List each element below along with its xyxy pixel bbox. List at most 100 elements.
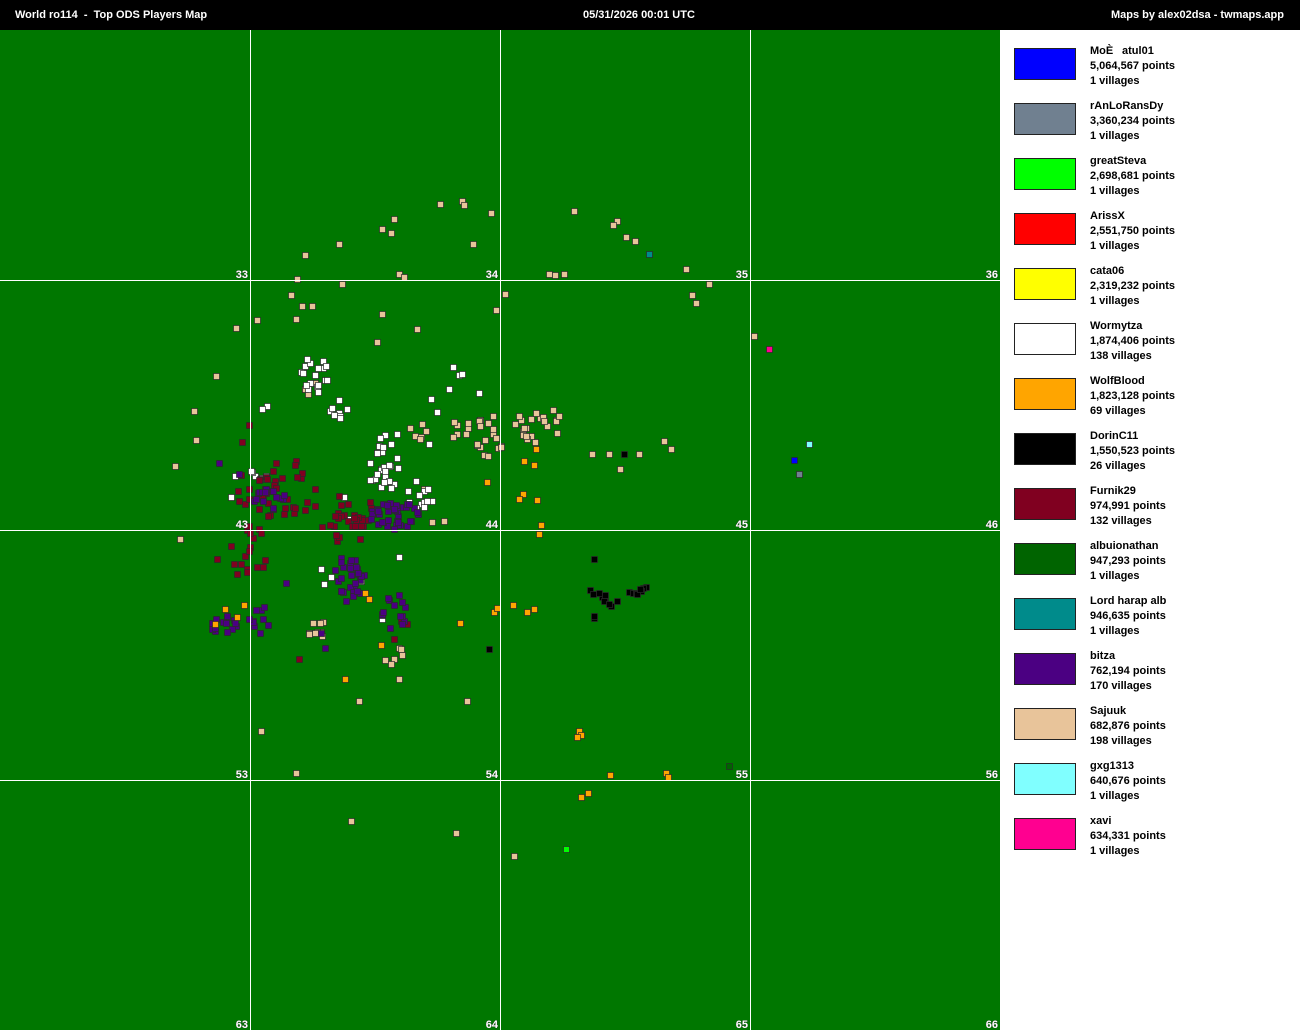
legend-item: bitza 762,194 points 170 villages (1014, 650, 1294, 700)
legend-swatch (1014, 653, 1076, 685)
legend-text: MoÈatul01 5,064,567 points 1 villages (1090, 44, 1175, 89)
village-marker (260, 564, 267, 571)
village-marker (450, 434, 457, 441)
village-marker (319, 524, 326, 531)
village-marker (617, 466, 624, 473)
village-marker (367, 499, 374, 506)
village-marker (300, 370, 307, 377)
village-marker (339, 281, 346, 288)
village-marker (451, 419, 458, 426)
village-marker (352, 580, 359, 587)
village-marker (533, 410, 540, 417)
village-marker (315, 382, 322, 389)
legend-swatch (1014, 543, 1076, 575)
village-marker (318, 630, 325, 637)
continent-label: 35 (736, 269, 748, 281)
village-marker (283, 580, 290, 587)
village-marker (399, 652, 406, 659)
village-marker (596, 590, 603, 597)
village-marker (244, 569, 251, 576)
village-marker (356, 698, 363, 705)
village-marker (213, 373, 220, 380)
legend-points: 947,293 points (1090, 555, 1166, 567)
village-marker (331, 412, 338, 419)
village-marker (317, 620, 324, 627)
legend-points: 640,676 points (1090, 775, 1166, 787)
village-marker (294, 474, 301, 481)
village-marker (324, 377, 331, 384)
village-marker (464, 698, 471, 705)
village-marker (661, 438, 668, 445)
continent-label: 44 (486, 519, 499, 531)
village-marker (246, 486, 253, 493)
world-map[interactable]: 33 34 35 36 43 44 45 46 53 54 55 56 63 64 65 66 (0, 30, 1000, 1030)
village-marker (490, 413, 497, 420)
continent-label: 66 (986, 1019, 998, 1030)
continent-label: 54 (486, 769, 499, 781)
legend-points: 2,319,232 points (1090, 280, 1175, 292)
village-marker (177, 536, 184, 543)
village-marker (378, 642, 385, 649)
village-marker (516, 413, 523, 420)
legend-name: MoÈatul01 (1090, 45, 1154, 57)
village-marker (321, 581, 328, 588)
village-marker (216, 460, 223, 467)
village-marker (312, 630, 319, 637)
village-marker (323, 363, 330, 370)
village-marker (523, 433, 530, 440)
village-marker (791, 457, 798, 464)
village-marker (485, 453, 492, 460)
legend-item: Sajuuk 682,876 points 198 villages (1014, 705, 1294, 755)
village-marker (265, 622, 272, 629)
village-marker (322, 645, 329, 652)
village-marker (591, 556, 598, 563)
village-marker (521, 458, 528, 465)
legend-swatch (1014, 818, 1076, 850)
legend-points: 2,551,750 points (1090, 225, 1175, 237)
village-marker (236, 471, 243, 478)
village-marker (751, 333, 758, 340)
village-marker (228, 543, 235, 550)
village-marker (292, 462, 299, 469)
village-marker (388, 485, 395, 492)
village-marker (172, 463, 179, 470)
village-marker (387, 625, 394, 632)
village-marker (407, 518, 414, 525)
village-marker (256, 506, 263, 513)
legend-item: ArissX 2,551,750 points 1 villages (1014, 210, 1294, 260)
village-marker (234, 614, 241, 621)
legend-swatch (1014, 488, 1076, 520)
legend-item: Furnik29 974,991 points 132 villages (1014, 485, 1294, 535)
legend-villages: 132 villages (1090, 515, 1152, 527)
legend-text: cata06 2,319,232 points 1 villages (1090, 264, 1175, 309)
village-marker (338, 502, 345, 509)
village-marker (253, 607, 260, 614)
village-marker (453, 830, 460, 837)
village-marker (461, 202, 468, 209)
village-marker (223, 620, 230, 627)
legend-name: xavi (1090, 815, 1112, 827)
village-marker (232, 620, 239, 627)
village-marker (510, 602, 517, 609)
village-marker (606, 601, 613, 608)
village-marker (228, 494, 235, 501)
village-marker (485, 420, 492, 427)
village-marker (554, 430, 561, 437)
village-marker (381, 479, 388, 486)
village-marker (312, 372, 319, 379)
legend-text: xavi 634,331 points 1 villages (1090, 814, 1166, 859)
village-marker (614, 598, 621, 605)
legend-item: Wormytza 1,874,406 points 138 villages (1014, 320, 1294, 370)
legend-name: ArissX (1090, 210, 1125, 222)
village-marker (374, 339, 381, 346)
village-marker (538, 522, 545, 529)
village-marker (385, 595, 392, 602)
village-marker (336, 397, 343, 404)
village-marker (254, 564, 261, 571)
legend-swatch (1014, 158, 1076, 190)
village-marker (405, 488, 412, 495)
legend-item: WolfBlood 1,823,128 points 69 villages (1014, 375, 1294, 425)
legend-swatch (1014, 103, 1076, 135)
continent-label: 45 (736, 519, 748, 531)
continent-label: 64 (486, 1019, 499, 1030)
